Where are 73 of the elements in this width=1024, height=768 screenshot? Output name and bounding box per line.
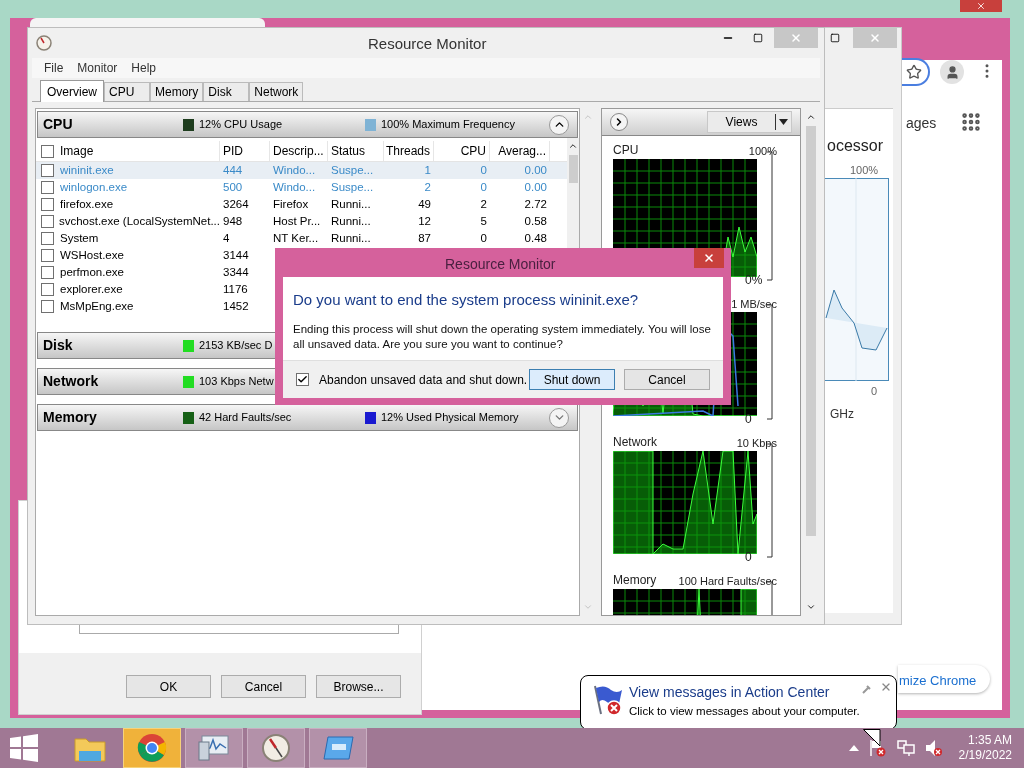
section-title: Disk bbox=[42, 336, 74, 355]
stat-label: 2153 KB/sec D bbox=[199, 338, 273, 354]
axis-label: 0 bbox=[871, 384, 878, 399]
table-cell-text: Runni... bbox=[331, 213, 371, 229]
section-title: CPU bbox=[42, 115, 74, 134]
section-title: Memory bbox=[42, 408, 98, 427]
table-cell-text: Firefox bbox=[273, 196, 309, 212]
dialog-message: Ending this process will shut down the operating system immediately. You will lose all unsaved data. Are you sure you want to continue? bbox=[293, 321, 712, 352]
table-cell-text: 0.48 bbox=[524, 230, 547, 246]
table-cell-text: 0.58 bbox=[524, 213, 547, 229]
table-cell-text: wininit.exe bbox=[60, 162, 114, 178]
table-cell-text: 444 bbox=[223, 162, 243, 178]
table-cell-text: 87 bbox=[418, 230, 431, 246]
stat-label: 100% Maximum Frequency bbox=[381, 117, 515, 133]
table-cell-text: 1452 bbox=[223, 298, 249, 314]
table-cell-text: Windo... bbox=[273, 162, 316, 178]
table-cell-text: 2 bbox=[424, 179, 431, 195]
table-cell-text: firefox.exe bbox=[60, 196, 114, 212]
table-cell-text: Windo... bbox=[273, 179, 316, 195]
scale-max: 10 Kbps bbox=[736, 435, 777, 451]
table-cell-text: Runni... bbox=[331, 230, 371, 246]
table-cell-text: 2 bbox=[480, 196, 487, 212]
table-cell-text: 500 bbox=[223, 179, 243, 195]
dialog-title: Resource Monitor bbox=[445, 255, 556, 274]
table-cell-text: 0.00 bbox=[524, 179, 547, 195]
table-cell-text: Suspe... bbox=[331, 162, 374, 178]
table-cell-text: MsMpEng.exe bbox=[60, 298, 134, 314]
table-cell-text: svchost.exe (LocalSystemNet... bbox=[58, 213, 220, 229]
table-cell-text: WSHost.exe bbox=[60, 247, 124, 263]
graph-label: Memory bbox=[613, 572, 657, 589]
table-cell-text: System bbox=[60, 230, 99, 246]
table-cell-text: 5 bbox=[480, 213, 487, 229]
section-title: Network bbox=[42, 372, 100, 391]
table-cell-text: Host Pr... bbox=[273, 213, 321, 229]
table-cell-text: 4 bbox=[223, 230, 230, 246]
table-cell-text: explorer.exe bbox=[60, 281, 123, 297]
table-cell-text: 1176 bbox=[223, 281, 248, 297]
table-cell-text: 0 bbox=[480, 230, 487, 246]
table-cell-text: 0.00 bbox=[524, 162, 547, 178]
scale-min: 0 bbox=[745, 549, 752, 566]
scale-max: 100 Hard Faults/sec bbox=[678, 573, 777, 589]
table-cell-text: Runni... bbox=[331, 196, 371, 212]
table-cell-text: winlogon.exe bbox=[60, 179, 128, 195]
table-cell-text: 12 bbox=[418, 213, 431, 229]
table-cell-text: 3264 bbox=[223, 196, 249, 212]
graph-label: CPU bbox=[613, 142, 639, 159]
scale-min: 0 bbox=[745, 411, 752, 428]
window-title: Resource Monitor bbox=[368, 34, 487, 54]
table-cell-text: 2.72 bbox=[524, 196, 547, 212]
table-cell-text: 948 bbox=[223, 213, 243, 229]
scale-max: 100% bbox=[748, 143, 777, 159]
notification-text: Click to view messages about your computer. bbox=[629, 704, 860, 719]
table-cell-text: 3144 bbox=[223, 247, 249, 263]
stat-label: 12% Used Physical Memory bbox=[381, 410, 519, 426]
table-cell-text: Suspe... bbox=[331, 179, 374, 195]
dialog-heading: Do you want to end the system process wininit.exe? bbox=[293, 290, 640, 310]
table-cell-text: 49 bbox=[418, 196, 431, 212]
stat-label: 42 Hard Faults/sec bbox=[199, 410, 292, 426]
graph-label: Network bbox=[613, 434, 657, 451]
notification-title: View messages in Action Center bbox=[629, 684, 831, 701]
table-cell-text: NT Ker... bbox=[273, 230, 319, 246]
table-cell-text: 0 bbox=[480, 179, 487, 195]
table-cell-text: 3344 bbox=[223, 264, 249, 280]
table-cell-text: perfmon.exe bbox=[60, 264, 124, 280]
table-cell-text: 1 bbox=[424, 162, 431, 178]
scale-max: 1 MB/sec bbox=[731, 296, 777, 312]
unit-label: GHz bbox=[830, 406, 854, 423]
panel-title: ocessor bbox=[827, 136, 884, 156]
stat-label: 12% CPU Usage bbox=[199, 117, 283, 133]
stat-label: 103 Kbps Netw bbox=[199, 374, 274, 390]
axis-label: 100% bbox=[850, 163, 879, 178]
scale-min: 0% bbox=[745, 272, 763, 289]
table-cell-text: 0 bbox=[480, 162, 487, 178]
